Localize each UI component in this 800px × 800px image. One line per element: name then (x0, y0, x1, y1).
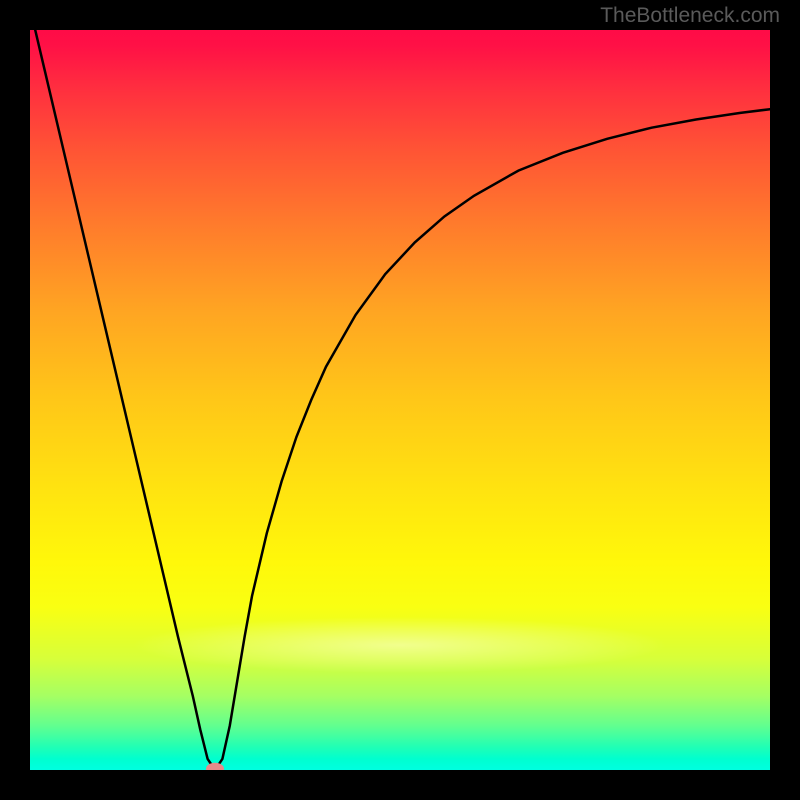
curve-svg (30, 30, 770, 770)
curve-path (30, 30, 770, 770)
min-point-marker (206, 763, 224, 770)
chart-frame (30, 30, 770, 770)
watermark-text: TheBottleneck.com (600, 4, 780, 28)
